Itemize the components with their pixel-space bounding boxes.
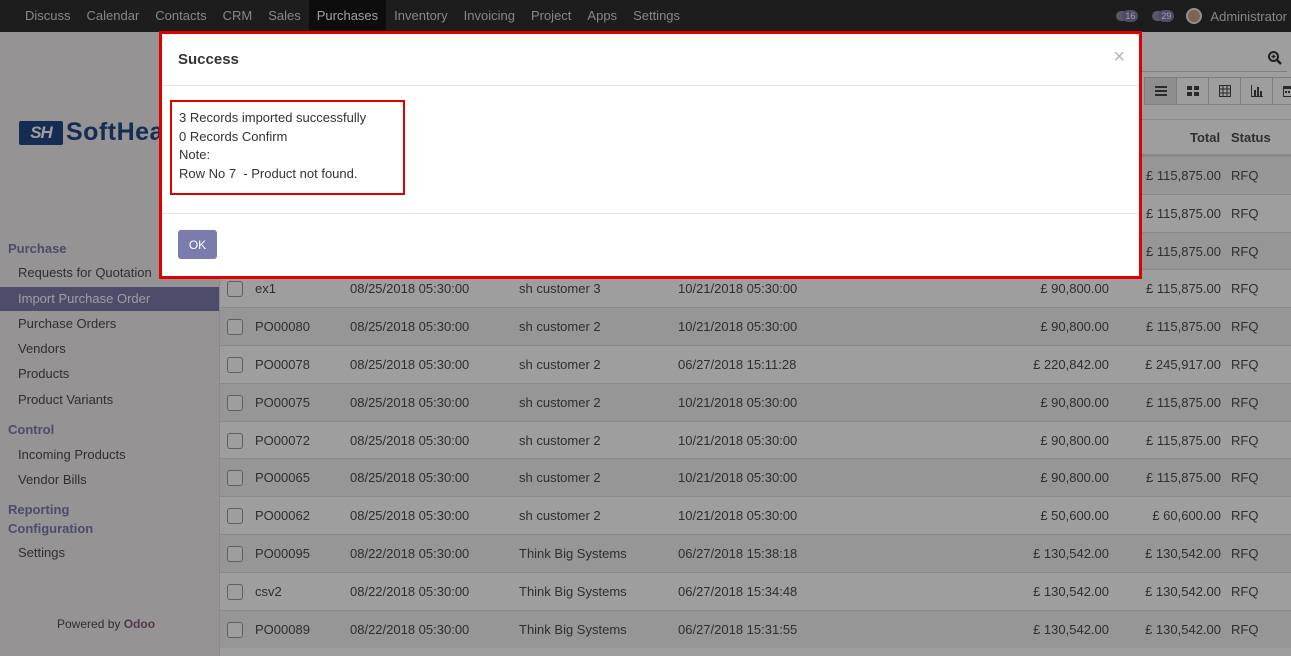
- success-dialog: Success × 3 Records imported successfull…: [159, 31, 1142, 279]
- dialog-header: Success ×: [162, 34, 1139, 86]
- message-line: Row No 7 - Product not found.: [179, 165, 358, 181]
- message-line: 0 Records Confirm: [179, 128, 288, 144]
- dialog-footer: OK: [162, 214, 1139, 276]
- ok-button[interactable]: OK: [178, 230, 217, 259]
- message-line: Note:: [179, 147, 211, 162]
- message-line: 3 Records imported successfully: [179, 110, 367, 125]
- close-icon[interactable]: ×: [1113, 46, 1125, 69]
- import-result-message: 3 Records imported successfully 0 Records…: [170, 100, 405, 195]
- dialog-title: Success: [178, 51, 239, 68]
- dialog-body: 3 Records imported successfully 0 Records…: [162, 86, 1139, 214]
